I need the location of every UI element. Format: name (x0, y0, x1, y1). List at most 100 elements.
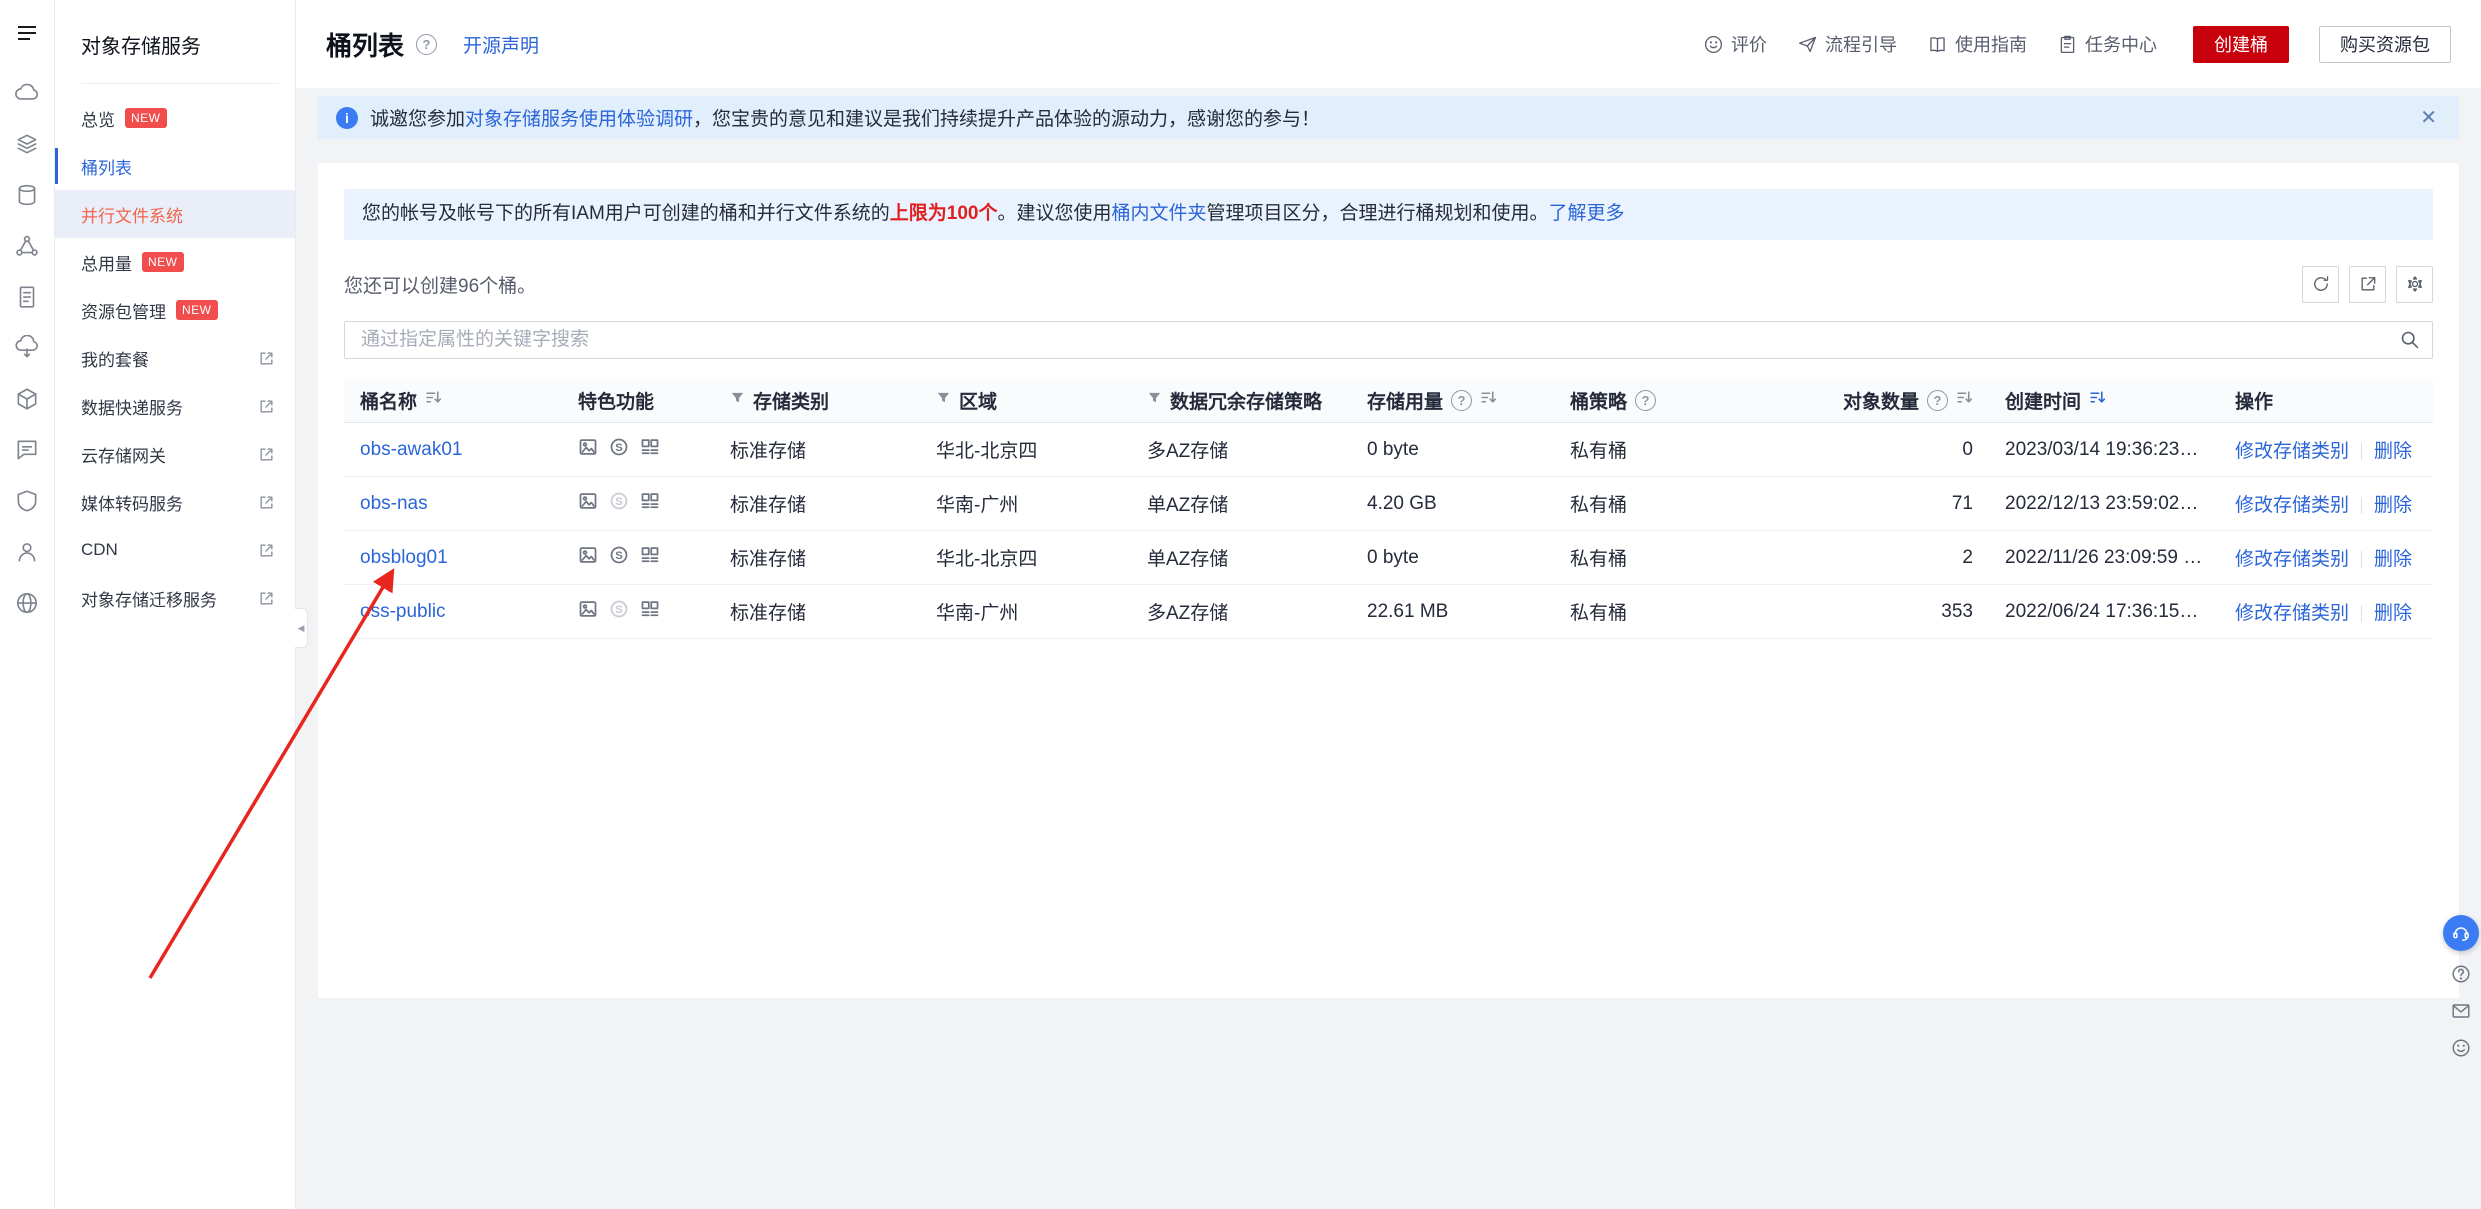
buy-resource-package-button[interactable]: 购买资源包 (2319, 25, 2451, 63)
cloud-server-icon[interactable] (10, 76, 44, 110)
help-icon[interactable]: ? (1927, 389, 1948, 411)
sidebar-item-resource-packages[interactable]: 资源包管理 NEW (55, 286, 295, 334)
sort-icon[interactable] (425, 389, 442, 412)
search-input[interactable] (345, 328, 2386, 351)
image-style-icon[interactable] (578, 491, 598, 517)
image-style-icon[interactable] (578, 599, 598, 625)
help-icon[interactable]: ? (1635, 389, 1657, 411)
col-policy: 桶策略 (1570, 391, 1628, 413)
fragment-icon[interactable] (640, 545, 660, 571)
user-guide-button[interactable]: 使用指南 (1927, 31, 2027, 57)
search-icon[interactable] (2386, 322, 2432, 358)
feedback-button[interactable]: 评价 (1703, 31, 1767, 57)
filter-icon[interactable] (936, 389, 951, 411)
fragment-icon[interactable] (640, 491, 660, 517)
task-center-button[interactable]: 任务中心 (2057, 31, 2157, 57)
static-website-icon[interactable]: S (609, 599, 629, 625)
sort-icon-active[interactable] (2089, 389, 2106, 412)
feedback-mail-icon[interactable] (2447, 997, 2475, 1025)
static-website-icon[interactable]: S (609, 545, 629, 571)
bucket-link[interactable]: oss-public (360, 601, 446, 622)
bucket-link[interactable]: obsblog01 (360, 547, 448, 568)
delete-link[interactable]: 删除 (2374, 603, 2412, 624)
divider (2361, 551, 2363, 568)
sidebar-collapse-handle[interactable]: ◀ (295, 608, 308, 648)
static-website-icon[interactable]: S (609, 491, 629, 517)
modify-storage-class-link[interactable]: 修改存储类别 (2235, 495, 2349, 516)
sort-icon[interactable] (1956, 389, 1973, 412)
sidebar-item-my-plan[interactable]: 我的套餐 (55, 334, 295, 382)
close-icon[interactable]: ✕ (2416, 101, 2441, 134)
sidebar-item-bucket-list[interactable]: 桶列表 (55, 142, 295, 190)
modify-storage-class-link[interactable]: 修改存储类别 (2235, 441, 2349, 462)
fragment-icon[interactable] (640, 437, 660, 463)
folder-link[interactable]: 桶内文件夹 (1112, 203, 1207, 224)
flow-guide-button[interactable]: 流程引导 (1797, 31, 1897, 57)
menu-icon[interactable] (10, 16, 44, 50)
export-button[interactable] (2349, 265, 2386, 303)
delete-link[interactable]: 删除 (2374, 549, 2412, 570)
divider (2361, 443, 2363, 460)
sidebar-item-data-express[interactable]: 数据快递服务 (55, 382, 295, 430)
new-badge: NEW (142, 252, 184, 272)
survey-link[interactable]: 对象存储服务使用体验调研 (465, 109, 693, 130)
modify-storage-class-link[interactable]: 修改存储类别 (2235, 549, 2349, 570)
chat-icon[interactable] (10, 433, 44, 467)
external-link-icon (258, 446, 275, 463)
database-icon[interactable] (10, 178, 44, 212)
external-link-icon (258, 350, 275, 367)
global-icon-rail (0, 0, 55, 1209)
table-toolbar (2302, 265, 2433, 303)
bucket-list-card: 您的帐号及帐号下的所有IAM用户可创建的桶和并行文件系统的上限为100个。建议您… (318, 163, 2459, 998)
delete-link[interactable]: 删除 (2374, 495, 2412, 516)
delete-link[interactable]: 删除 (2374, 441, 2412, 462)
shield-icon[interactable] (10, 484, 44, 518)
modify-storage-class-link[interactable]: 修改存储类别 (2235, 603, 2349, 624)
filter-icon[interactable] (1147, 389, 1162, 411)
layers-icon[interactable] (10, 127, 44, 161)
help-icon[interactable] (2447, 960, 2475, 988)
image-style-icon[interactable] (578, 437, 598, 463)
static-website-icon[interactable]: S (609, 437, 629, 463)
sidebar-item-parallel-file-system[interactable]: 并行文件系统 (55, 190, 295, 238)
clipboard-icon (2060, 35, 2075, 53)
satisfaction-icon[interactable] (2447, 1034, 2475, 1062)
support-robot-icon[interactable] (2443, 915, 2479, 951)
sort-icon[interactable] (1480, 389, 1497, 412)
document-icon[interactable] (10, 280, 44, 314)
globe-icon[interactable] (10, 586, 44, 620)
svg-text:S: S (615, 603, 623, 615)
page-title: 桶列表 (326, 30, 405, 61)
learn-more-link[interactable]: 了解更多 (1549, 203, 1625, 224)
bucket-link[interactable]: obs-nas (360, 493, 428, 514)
refresh-button[interactable] (2302, 265, 2339, 303)
image-style-icon[interactable] (578, 545, 598, 571)
external-link-icon (258, 494, 275, 511)
bucket-link[interactable]: obs-awak01 (360, 439, 462, 460)
package-icon[interactable] (10, 382, 44, 416)
col-bucket-name: 桶名称 (360, 391, 418, 413)
refresh-icon (2313, 276, 2328, 291)
external-link-icon (258, 542, 275, 559)
settings-button[interactable] (2396, 265, 2433, 303)
sidebar-item-total-usage[interactable]: 总用量 NEW (55, 238, 295, 286)
new-badge: NEW (176, 300, 218, 320)
sidebar-item-oms-migration[interactable]: 对象存储迁移服务 (55, 574, 295, 622)
sidebar-item-overview[interactable]: 总览 NEW (55, 94, 295, 142)
table-row: obs-nas S 标准存储 华南-广州 单AZ存储 4.20 GB 私有桶 7… (344, 476, 2433, 531)
filter-icon[interactable] (730, 389, 745, 411)
create-bucket-button[interactable]: 创建桶 (2193, 25, 2289, 63)
open-source-link[interactable]: 开源声明 (463, 31, 539, 58)
cloud-sync-icon[interactable] (10, 331, 44, 365)
user-icon[interactable] (10, 535, 44, 569)
info-icon: i (336, 106, 358, 129)
sidebar-item-storage-gateway[interactable]: 云存储网关 (55, 430, 295, 478)
help-icon[interactable]: ? (416, 33, 438, 55)
table-row: obsblog01 S 标准存储 华北-北京四 单AZ存储 0 byte 私有桶… (344, 530, 2433, 585)
help-icon[interactable]: ? (1451, 389, 1473, 411)
sidebar-item-media-transcoding[interactable]: 媒体转码服务 (55, 478, 295, 526)
cluster-icon[interactable] (10, 229, 44, 263)
fragment-icon[interactable] (640, 599, 660, 625)
col-created: 创建时间 (2005, 391, 2082, 413)
sidebar-item-cdn[interactable]: CDN (55, 526, 295, 574)
